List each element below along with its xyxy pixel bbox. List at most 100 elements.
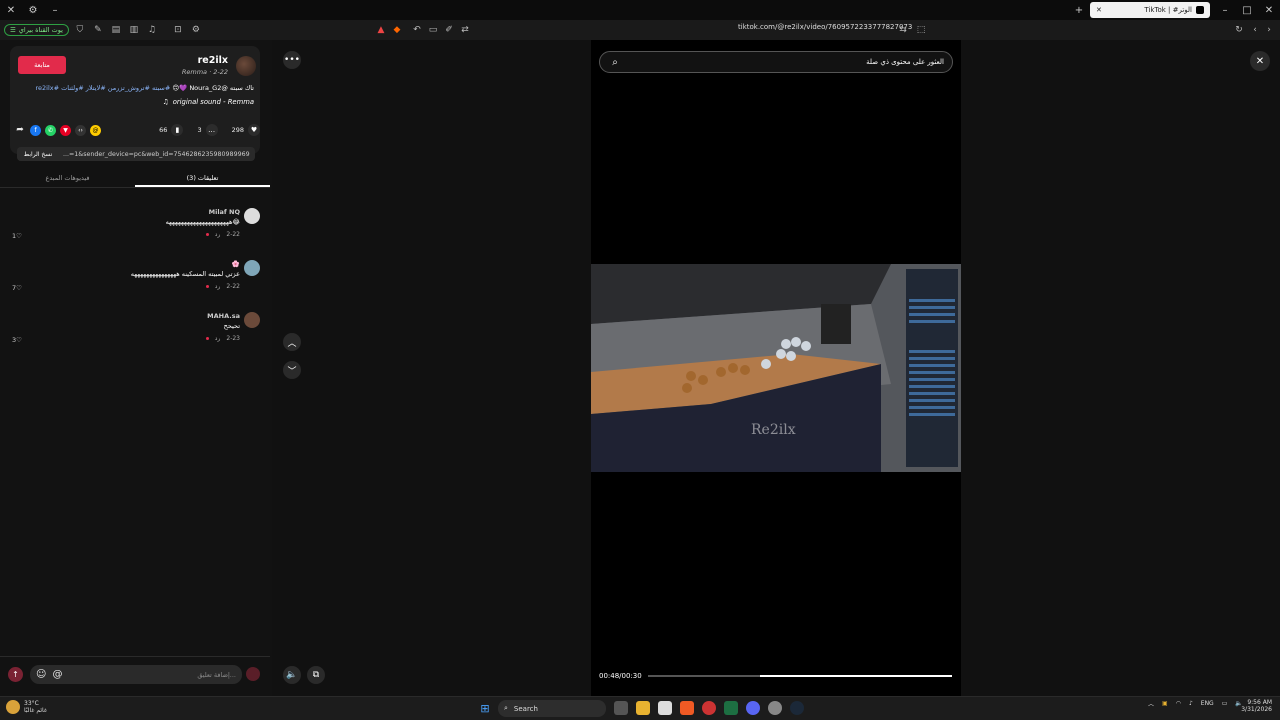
screenshot-icon[interactable]: ▭ — [426, 23, 440, 37]
forward-icon[interactable]: › — [1262, 23, 1276, 37]
author-name[interactable]: re2ilx — [198, 55, 228, 66]
share-link-text[interactable]: ...=1&sender_device=pc&web_id=7546286235… — [59, 151, 255, 158]
puzzle-icon[interactable]: ✎ — [91, 23, 105, 37]
tray-chevron-icon[interactable]: ︿ — [1148, 699, 1154, 708]
follow-button[interactable]: متابعة — [18, 56, 66, 74]
comment-username[interactable]: MAHA.sa — [207, 312, 240, 320]
facebook-icon[interactable]: f — [30, 124, 41, 136]
tray-mic-icon[interactable]: ♪ — [1189, 700, 1193, 707]
user-avatar[interactable] — [246, 667, 260, 681]
settings-gear-icon[interactable]: ⚙ — [189, 23, 203, 37]
tray-app-icon[interactable]: ▣ — [1162, 700, 1168, 707]
taskbar-clock[interactable]: 9:56 AM 3/31/2026 — [1236, 699, 1272, 713]
tiktok-share-icon[interactable]: @ — [90, 124, 101, 136]
translate-page-icon[interactable]: ⇆ — [896, 23, 910, 37]
tab-comments[interactable]: تعليقات (3) — [135, 168, 270, 187]
comment-username[interactable]: Milaf NQ — [209, 208, 240, 216]
task-view-icon[interactable] — [614, 701, 628, 715]
caption-mention[interactable]: تاك سبته @Noura_G2 — [189, 84, 254, 92]
bookmark-icon[interactable]: ⬚ — [914, 23, 928, 37]
copy-link-button[interactable]: نسخ الرابط — [17, 147, 59, 161]
comment-avatar[interactable] — [244, 208, 260, 224]
back-icon[interactable]: ‹ — [1248, 23, 1262, 37]
reload-icon[interactable]: ↻ — [1232, 23, 1246, 37]
pinterest-icon[interactable]: ▼ — [60, 124, 71, 136]
brave-icon[interactable]: ◆ — [390, 23, 404, 37]
file-explorer-icon[interactable] — [636, 701, 650, 715]
tray-network-icon[interactable]: ▭ — [1222, 700, 1228, 707]
brave-browser-icon[interactable] — [680, 701, 694, 715]
comment-username[interactable]: 🌸 — [232, 260, 240, 268]
shield-icon[interactable]: ⛉ — [73, 23, 87, 37]
music-icon[interactable]: ♫ — [145, 23, 159, 37]
comment-reply[interactable]: رد — [215, 335, 221, 342]
close-icon[interactable]: ✕ — [1250, 51, 1270, 71]
volume-icon[interactable]: 🔈 — [283, 666, 301, 684]
comments-stat[interactable]: 3 … — [197, 124, 218, 136]
comment-bubble-icon: … — [205, 124, 218, 136]
comment-avatar[interactable] — [244, 260, 260, 276]
translate-icon[interactable]: ⇄ — [458, 23, 472, 37]
author-avatar[interactable] — [236, 56, 256, 76]
comment-avatar[interactable] — [244, 312, 260, 328]
miniplayer-icon[interactable]: ⧉ — [307, 666, 325, 684]
window-close-icon[interactable]: ✕ — [1258, 0, 1280, 20]
comment-like[interactable]: 7♡ — [12, 284, 22, 292]
previous-video-icon[interactable]: ︿ — [283, 333, 301, 351]
youtube-channel-button[interactable]: ☰ يوت القناة بيراي — [4, 24, 69, 36]
store-icon[interactable] — [658, 701, 672, 715]
history-icon[interactable]: ⊡ — [171, 23, 185, 37]
next-video-icon[interactable]: ﹀ — [283, 361, 301, 379]
discord-icon[interactable] — [746, 701, 760, 715]
video-frame[interactable]: Re2ilx — [591, 264, 961, 472]
weather-desc: غائم غالبًا — [24, 707, 47, 714]
video-caption: تاك سبته @Noura_G2 💜🙃 #سبته #تروش_تزرمن … — [14, 84, 254, 92]
comment-heart-icon: ♡ — [16, 336, 22, 344]
tab-close-icon[interactable]: ✕ — [1096, 6, 1102, 14]
caption-hashtags[interactable]: #سبته #تروش_تزرمن #لايتلار #ولثنات #re2i… — [35, 84, 170, 92]
minimize-icon[interactable]: – — [44, 0, 66, 20]
draw-icon[interactable]: ✐ — [442, 23, 456, 37]
embed-icon[interactable]: ‹› — [75, 124, 86, 136]
likes-stat[interactable]: 298 ♥ — [232, 124, 260, 136]
excel-icon[interactable] — [724, 701, 738, 715]
warning-icon[interactable]: ▲ — [374, 23, 388, 37]
comment-reply[interactable]: رد — [215, 283, 221, 290]
settings-app-icon[interactable] — [768, 701, 782, 715]
steam-icon[interactable] — [790, 701, 804, 715]
tray-wifi-icon[interactable]: ◠ — [1176, 700, 1181, 707]
chrome-icon[interactable] — [702, 701, 716, 715]
video-progress-bar[interactable] — [648, 675, 952, 677]
sound-label: original sound - Remma — [172, 98, 254, 106]
browser-tab[interactable]: ✕ TikTok | #الوتر — [1090, 2, 1210, 18]
comment-input[interactable]: ☺ @ إضافة تعليق... — [30, 665, 242, 684]
tab-creator-videos[interactable]: فيديوهات المبدع — [0, 168, 135, 187]
more-options-icon[interactable]: ••• — [283, 51, 301, 69]
emoji-icon[interactable]: ☺ — [36, 669, 46, 680]
comment-reply[interactable]: رد — [215, 231, 221, 238]
comment-like[interactable]: 3♡ — [12, 336, 22, 344]
share-arrow-icon[interactable]: ➦ — [14, 125, 26, 135]
sidebar-icon[interactable]: ▥ — [127, 23, 141, 37]
send-arrow-icon[interactable]: ↑ — [8, 667, 23, 682]
address-bar[interactable]: tiktok.com/@re2ilx/video/760957223377782… — [738, 23, 912, 31]
tabs-icon[interactable]: ▤ — [109, 23, 123, 37]
window-minimize-icon[interactable]: – — [1214, 0, 1236, 20]
whatsapp-icon[interactable]: ✆ — [45, 124, 56, 136]
new-tab-icon[interactable]: + — [1068, 0, 1090, 20]
share-icon[interactable]: ↶ — [410, 23, 424, 37]
windows-start-icon[interactable]: ⊞ — [478, 701, 492, 715]
saves-stat[interactable]: 66 ▮ — [159, 124, 184, 136]
search-icon[interactable]: ⌕ — [608, 55, 622, 69]
details-panel: متابعة re2ilx Remma · 2-22 تاك سبته @Nou… — [0, 40, 270, 696]
sound-row[interactable]: ♫ original sound - Remma — [163, 98, 254, 106]
comment-like[interactable]: 1♡ — [12, 232, 22, 240]
search-bar[interactable]: ⌕ العثور على محتوى ذي صلة — [599, 51, 953, 73]
window-maximize-icon[interactable]: □ — [1236, 0, 1258, 20]
taskbar-search[interactable]: ⌕ Search — [498, 700, 606, 717]
weather-widget[interactable]: 33°C غائم غالبًا — [6, 700, 47, 714]
tray-language[interactable]: ENG — [1201, 700, 1214, 707]
settings-icon[interactable]: ⚙ — [22, 0, 44, 20]
close-window-icon[interactable]: ✕ — [0, 0, 22, 20]
mention-icon[interactable]: @ — [52, 669, 62, 680]
